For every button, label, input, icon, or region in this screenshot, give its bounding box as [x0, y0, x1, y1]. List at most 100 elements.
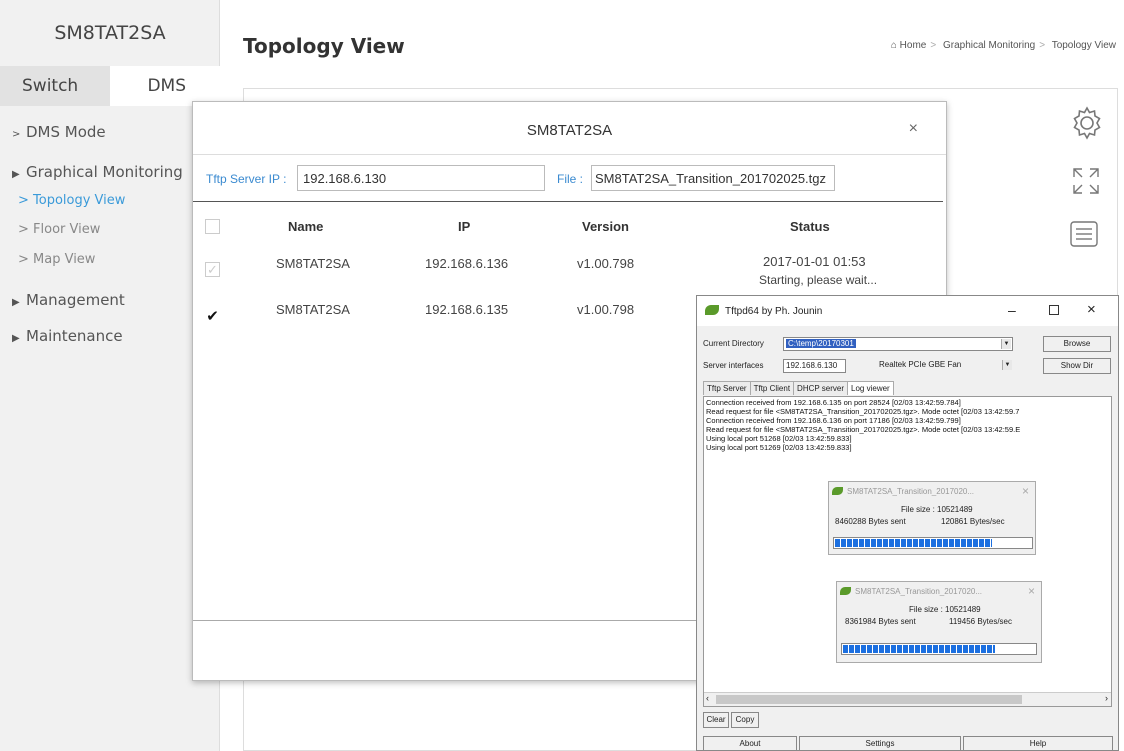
close-icon[interactable]: × — [909, 120, 918, 138]
sidebar: SM8TAT2SA Switch DMS > DMS Mode ▶ Graphica… — [0, 0, 220, 751]
sidebar-item-maintenance[interactable]: ▶ Maintenance — [12, 327, 123, 345]
cell-version: v1.00.798 — [577, 302, 635, 317]
help-button[interactable]: Help — [963, 736, 1113, 750]
sidebar-item-label: Management — [26, 291, 125, 309]
log-line: Using local port 51269 [02/03 13:42:59.8… — [706, 443, 852, 452]
sidebar-item-management[interactable]: ▶ Management — [12, 291, 125, 309]
file-size: File size : 10521489 — [909, 605, 981, 614]
transfer-title: SM8TAT2SA_Transition_2017020... — [855, 587, 983, 596]
close-icon[interactable]: × — [1087, 301, 1096, 318]
log-line: Connection received from 192.168.6.136 o… — [706, 416, 961, 425]
home-icon: ⌂ — [890, 40, 897, 51]
column-header-status: Status — [790, 219, 830, 234]
close-icon[interactable]: × — [1022, 484, 1029, 498]
sidebar-subitem-floor-view[interactable]: > Floor View — [18, 222, 100, 237]
column-header-ip: IP — [458, 219, 471, 234]
sidebar-subitem-map-view[interactable]: > Map View — [18, 252, 95, 267]
close-icon[interactable]: × — [1028, 584, 1035, 598]
caret-icon: ▶ — [12, 333, 20, 344]
sidebar-tabs: Switch DMS — [0, 66, 220, 106]
scroll-left-icon[interactable]: ‹ — [706, 693, 709, 703]
file-label: File : — [557, 172, 584, 186]
tftpd-tabs: Tftp Server Tftp Client DHCP server Log … — [703, 381, 894, 395]
tftpd-window: Tftpd64 by Ph. Jounin – × Current Direct… — [696, 295, 1119, 751]
bytes-sent: 8361984 Bytes sent — [845, 617, 916, 626]
cell-status: 2017-01-01 01:53 — [763, 254, 866, 269]
window-title: Tftpd64 by Ph. Jounin — [725, 306, 823, 317]
column-header-name: Name — [288, 219, 324, 234]
cell-name: SM8TAT2SA — [276, 302, 350, 317]
transfer-title: SM8TAT2SA_Transition_2017020... — [847, 487, 975, 496]
sidebar-item-graphical-monitoring[interactable]: ▶ Graphical Monitoring — [12, 163, 183, 181]
chevron-down-icon: ▼ — [1002, 360, 1012, 370]
scroll-right-icon[interactable]: › — [1105, 693, 1108, 703]
scrollbar-thumb[interactable] — [716, 695, 1022, 704]
cell-ip: 192.168.6.135 — [425, 302, 509, 317]
about-button[interactable]: About — [703, 736, 797, 750]
breadcrumb: ⌂ Home > Graphical Monitoring > Topology V… — [890, 40, 1116, 51]
transfer-rate: 120861 Bytes/sec — [941, 517, 1005, 526]
transfer-rate: 119456 Bytes/sec — [949, 617, 1013, 626]
show-dir-button[interactable]: Show Dir — [1043, 358, 1111, 374]
column-header-version: Version — [582, 219, 629, 234]
tftp-server-ip-input[interactable] — [297, 165, 545, 191]
cell-status-message: Starting, please wait... — [759, 273, 878, 287]
progress-bar — [841, 643, 1037, 655]
cell-version: v1.00.798 — [577, 256, 635, 271]
progress-bar — [833, 537, 1033, 549]
server-interfaces-ip[interactable]: 192.168.6.130 — [783, 359, 846, 373]
select-all-checkbox[interactable] — [205, 219, 220, 234]
breadcrumb-home[interactable]: Home — [900, 40, 927, 51]
page-title: Topology View — [243, 34, 405, 58]
caret-icon: ▶ — [12, 297, 20, 308]
log-line: Read request for file <SM8TAT2SA_Transit… — [706, 425, 1021, 434]
cell-ip: 192.168.6.136 — [425, 256, 509, 271]
row-checkbox[interactable]: ✓ — [205, 262, 220, 277]
current-directory-select[interactable]: C:\temp\20170301 ▼ — [783, 337, 1013, 351]
minimize-icon[interactable]: – — [1008, 302, 1016, 318]
window-titlebar: Tftpd64 by Ph. Jounin – × — [697, 296, 1118, 326]
transfer-progress-window: SM8TAT2SA_Transition_2017020... × File s… — [836, 581, 1042, 663]
tab-switch[interactable]: Switch — [0, 66, 110, 106]
tab-tftp-client[interactable]: Tftp Client — [749, 381, 795, 395]
cell-name: SM8TAT2SA — [276, 256, 350, 271]
chevron-down-icon: ▼ — [1001, 339, 1011, 349]
sidebar-item-label: DMS Mode — [26, 123, 106, 141]
horizontal-scrollbar[interactable]: ‹ › — [704, 692, 1111, 706]
server-interfaces-select[interactable]: Realtek PCIe GBE Fan ▼ — [849, 359, 1013, 373]
current-directory-label: Current Directory — [703, 339, 764, 348]
divider — [193, 154, 946, 155]
file-input[interactable] — [591, 165, 835, 191]
browse-button[interactable]: Browse — [1043, 336, 1111, 352]
divider — [193, 201, 943, 202]
log-line: Connection received from 192.168.6.135 o… — [706, 398, 961, 407]
log-line: Using local port 51268 [02/03 13:42:59.8… — [706, 434, 852, 443]
sidebar-subitem-topology-view[interactable]: > Topology View — [18, 193, 125, 208]
maximize-icon[interactable] — [1049, 305, 1059, 315]
tab-dhcp-server[interactable]: DHCP server — [793, 381, 849, 395]
breadcrumb-topology-view[interactable]: Topology View — [1052, 40, 1116, 51]
progress-fill — [835, 539, 992, 547]
sidebar-item-label: Maintenance — [26, 327, 123, 345]
sidebar-item-dms-mode[interactable]: > DMS Mode — [12, 123, 106, 141]
tftpd-logo-icon — [832, 487, 843, 495]
transfer-progress-window: SM8TAT2SA_Transition_2017020... × File s… — [828, 481, 1036, 555]
tab-dms[interactable]: DMS — [110, 66, 220, 106]
clear-button[interactable]: Clear — [703, 712, 729, 728]
gear-icon[interactable] — [1069, 105, 1105, 146]
breadcrumb-graphical-monitoring[interactable]: Graphical Monitoring — [943, 40, 1035, 51]
tab-tftp-server[interactable]: Tftp Server — [703, 381, 751, 395]
list-icon[interactable] — [1070, 221, 1098, 252]
settings-button[interactable]: Settings — [799, 736, 961, 750]
copy-button[interactable]: Copy — [731, 712, 759, 728]
progress-fill — [843, 645, 995, 653]
row-checkbox[interactable]: ✔ — [205, 309, 220, 325]
expand-icon[interactable] — [1070, 165, 1102, 202]
caret-icon: ▶ — [12, 169, 20, 180]
tab-log-viewer[interactable]: Log viewer — [847, 381, 894, 395]
server-interfaces-label: Server interfaces — [703, 361, 764, 370]
tftp-server-ip-label: Tftp Server IP : — [206, 172, 287, 186]
file-size: File size : 10521489 — [901, 505, 973, 514]
tftpd-logo-icon — [840, 587, 851, 595]
log-viewer: Connection received from 192.168.6.135 o… — [703, 396, 1112, 707]
